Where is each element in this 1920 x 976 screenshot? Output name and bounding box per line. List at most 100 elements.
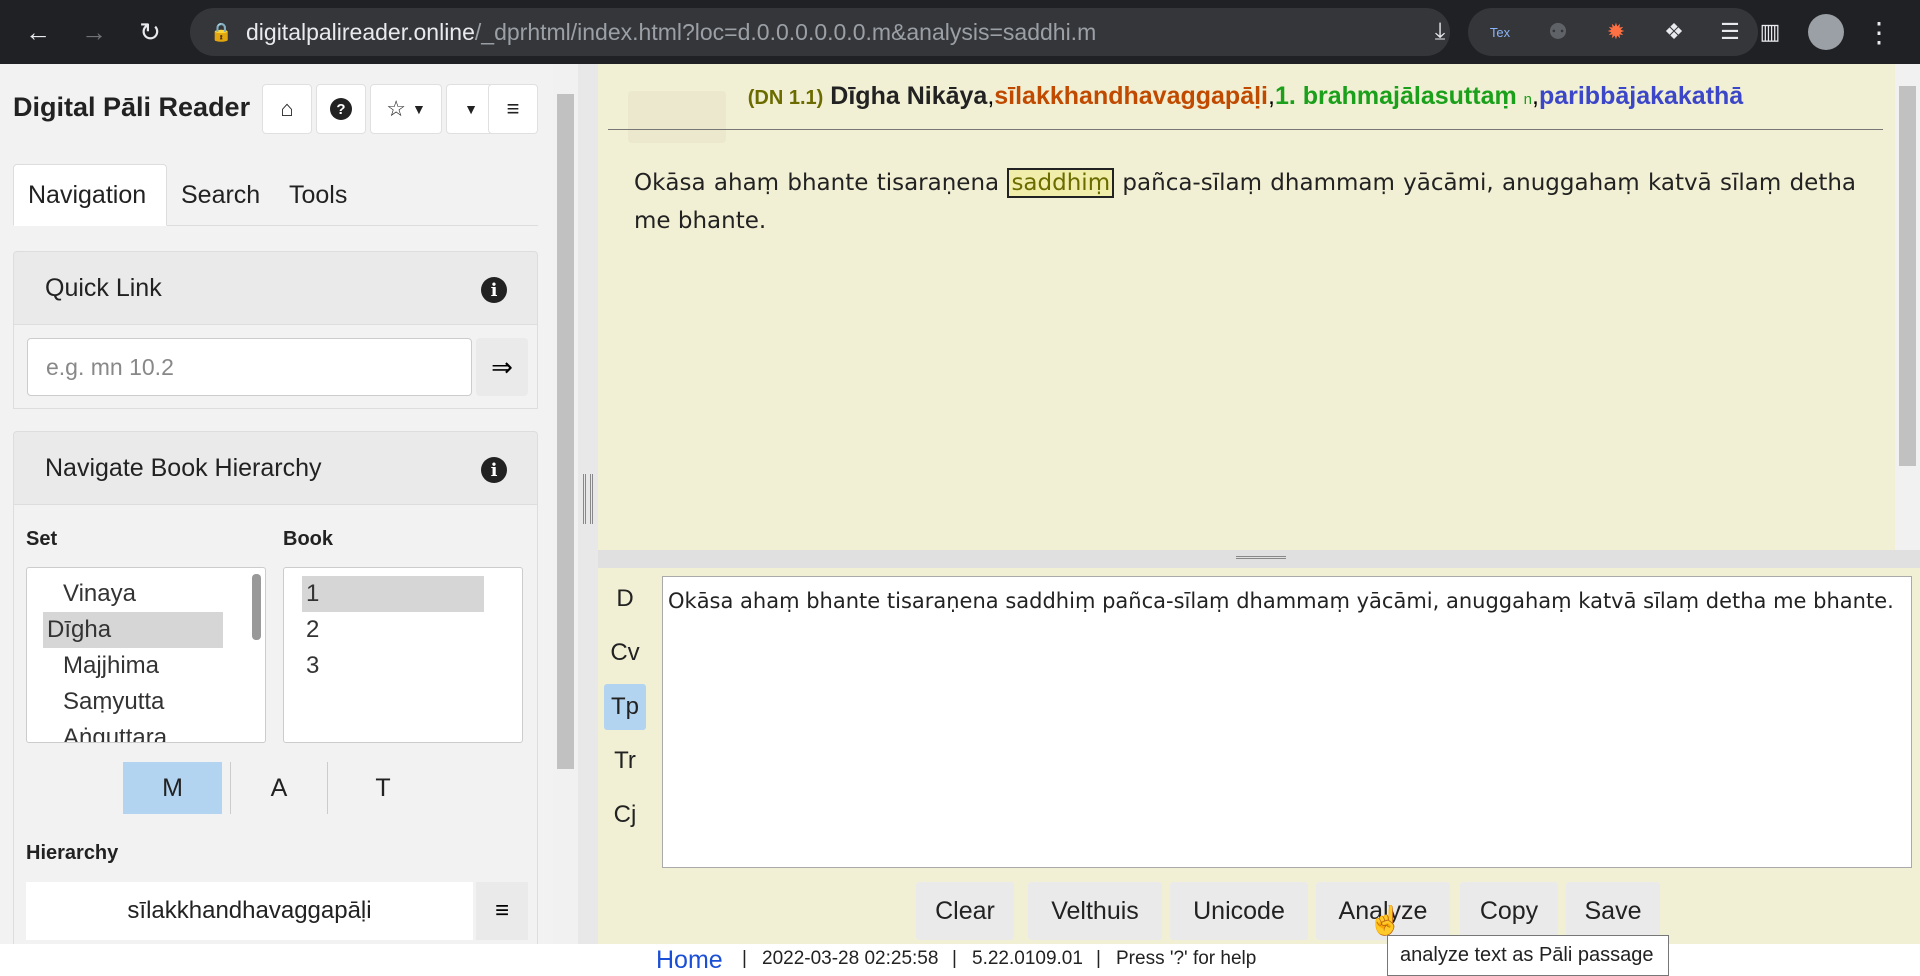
home-button[interactable]: ⌂: [262, 84, 312, 134]
back-icon[interactable]: ←: [20, 14, 56, 50]
passage-text-before[interactable]: Okāsa ahaṃ bhante tisaraṇena: [634, 170, 999, 196]
status-datetime: 2022-03-28 02:25:58: [762, 948, 939, 969]
status-help: Press '?' for help: [1116, 948, 1257, 969]
tab-tools[interactable]: Tools: [275, 164, 361, 226]
book-label: Book: [283, 528, 333, 550]
side-tab-tp[interactable]: Tp: [604, 684, 646, 730]
browser-toolbar: ← → ↻ 🔒 digitalpalireader.online/_dprhtm…: [0, 0, 1920, 64]
side-panel-icon[interactable]: ▥: [1752, 14, 1788, 50]
mula-button[interactable]: M: [123, 762, 222, 814]
reading-list-icon[interactable]: ☰: [1712, 14, 1748, 50]
ghost-extension-icon[interactable]: ⚉: [1540, 14, 1576, 50]
star-icon: ☆: [386, 96, 406, 121]
clear-button[interactable]: Clear: [916, 882, 1014, 940]
sidebar: Digital Pāli Reader ⌂ ? ☆ ▼ ▼ ≡ Navigatio…: [0, 64, 578, 944]
profile-avatar[interactable]: [1808, 14, 1844, 50]
puzzle-extensions-icon[interactable]: ❖: [1656, 14, 1692, 50]
atthakatha-button[interactable]: A: [230, 762, 328, 814]
install-icon[interactable]: ⤓: [1422, 14, 1458, 50]
reader-title: (DN 1.1) Dīgha Nikāya,sīlakkhandhavaggap…: [608, 82, 1883, 130]
pali-passage: Okāsa ahaṃ bhante tisaraṇena saddhiṃ pañ…: [634, 164, 1856, 240]
quick-link-body: e.g. mn 10.2 ⇒: [13, 325, 538, 409]
sutta-link[interactable]: 1. brahmajālasuttaṃ: [1275, 82, 1517, 110]
status-version: 5.22.0109.01: [972, 948, 1083, 969]
reference: (DN 1.1): [747, 87, 824, 109]
bookmarks-dropdown-button[interactable]: ☆ ▼: [370, 84, 442, 134]
hierarchy-item[interactable]: sīlakkhandhavaggapāḷi: [26, 882, 473, 940]
side-tab-cv[interactable]: Cv: [604, 630, 646, 676]
set-list-scrollbar[interactable]: [252, 574, 261, 640]
tab-search[interactable]: Search: [167, 164, 274, 226]
sidebar-scrollbar[interactable]: [553, 64, 578, 944]
hierarchy-header: Navigate Book Hierarchy i: [13, 431, 538, 505]
status-separator: |: [952, 948, 957, 969]
reader-pane: (DN 1.1) Dīgha Nikāya,sīlakkhandhavaggap…: [598, 64, 1895, 550]
tab-navigation[interactable]: Navigation: [13, 164, 167, 226]
url-host: digitalpalireader.online: [246, 18, 475, 45]
book-option[interactable]: 3: [302, 648, 482, 684]
pane-splitter-vertical[interactable]: [578, 64, 598, 944]
unicode-button[interactable]: Unicode: [1170, 882, 1308, 940]
sidebar-tabs: Navigation Search Tools: [13, 164, 538, 226]
highlighted-word[interactable]: saddhiṃ: [1007, 168, 1115, 198]
tex-extension-label: Tex: [1489, 24, 1511, 40]
set-option[interactable]: Majjhima: [43, 648, 223, 684]
status-bar: Home | 2022-03-28 02:25:58 | 5.22.0109.0…: [598, 944, 1920, 976]
set-option-selected[interactable]: Dīgha: [43, 612, 223, 648]
address-bar[interactable]: 🔒 digitalpalireader.online/_dprhtml/inde…: [190, 8, 1619, 56]
hamburger-icon: ≡: [506, 96, 520, 121]
hierarchy-label: Hierarchy: [26, 842, 119, 864]
help-button[interactable]: ?: [316, 84, 366, 134]
browser-menu-icon[interactable]: ⋮: [1865, 14, 1893, 50]
extensions-area: Tex ⚉ ✹ ❖ ☰: [1468, 8, 1758, 56]
hierarchy-menu-button[interactable]: ≡: [476, 882, 528, 940]
section-link[interactable]: paribbājakakathā: [1539, 82, 1743, 110]
sutta-marker[interactable]: n: [1524, 91, 1532, 108]
set-option[interactable]: Aṅguttara: [43, 720, 223, 742]
side-tab-tr[interactable]: Tr: [604, 738, 646, 784]
caret-down-icon: ▼: [464, 101, 478, 117]
info-icon[interactable]: i: [481, 457, 507, 483]
analyze-tooltip: analyze text as Pāli passage: [1387, 935, 1669, 976]
mouse-cursor-icon: ☝: [1368, 905, 1403, 936]
hierarchy-title: Navigate Book Hierarchy: [45, 453, 322, 482]
velthuis-button[interactable]: Velthuis: [1028, 882, 1162, 940]
reader-scrollbar[interactable]: [1895, 64, 1920, 550]
vagga-link[interactable]: sīlakkhandhavaggapāḷi: [994, 82, 1268, 110]
set-option[interactable]: Saṃyutta: [43, 684, 223, 720]
url-path: /_dprhtml/index.html?loc=d.0.0.0.0.0.0.m…: [474, 18, 1097, 45]
nikaya-link[interactable]: Dīgha Nikāya: [830, 82, 987, 110]
tika-button[interactable]: T: [334, 762, 432, 814]
set-option[interactable]: Vinaya: [43, 576, 223, 612]
home-link[interactable]: Home: [656, 946, 723, 975]
side-tab-cj[interactable]: Cj: [604, 792, 646, 838]
book-option-selected[interactable]: 1: [302, 576, 484, 612]
quick-link-header: Quick Link i: [13, 251, 538, 325]
lock-icon: 🔒: [210, 21, 233, 42]
side-tab-d[interactable]: D: [604, 576, 646, 622]
save-button[interactable]: Save: [1566, 882, 1660, 940]
pane-splitter-horizontal[interactable]: [598, 550, 1920, 568]
book-option[interactable]: 2: [302, 612, 482, 648]
quick-link-input[interactable]: e.g. mn 10.2: [27, 338, 472, 396]
quick-link-go-button[interactable]: ⇒: [476, 338, 528, 396]
home-icon: ⌂: [280, 96, 294, 121]
tex-extension-icon[interactable]: Tex: [1482, 14, 1518, 50]
status-separator: |: [1096, 948, 1101, 969]
set-listbox[interactable]: Vinaya Dīgha Majjhima Saṃyutta Aṅguttara: [26, 567, 266, 743]
reload-icon[interactable]: ↻: [132, 14, 168, 50]
orange-extension-icon[interactable]: ✹: [1598, 14, 1634, 50]
forward-icon[interactable]: →: [76, 14, 112, 50]
quick-link-title: Quick Link: [45, 273, 162, 302]
copy-button[interactable]: Copy: [1460, 882, 1558, 940]
caret-down-icon: ▼: [411, 101, 426, 117]
analysis-textarea[interactable]: Okāsa ahaṃ bhante tisaraṇena saddhiṃ pañ…: [662, 576, 1912, 868]
analysis-pane: D Cv Tp Tr Cj Okāsa ahaṃ bhante tisaraṇe…: [598, 550, 1920, 944]
app-title: Digital Pāli Reader: [13, 92, 251, 122]
menu-button[interactable]: ≡: [488, 84, 538, 134]
question-circle-icon: ?: [330, 98, 352, 120]
book-listbox[interactable]: 1 2 3: [283, 567, 523, 743]
hamburger-icon: ≡: [494, 897, 509, 924]
info-icon[interactable]: i: [481, 277, 507, 303]
set-label: Set: [26, 528, 58, 550]
